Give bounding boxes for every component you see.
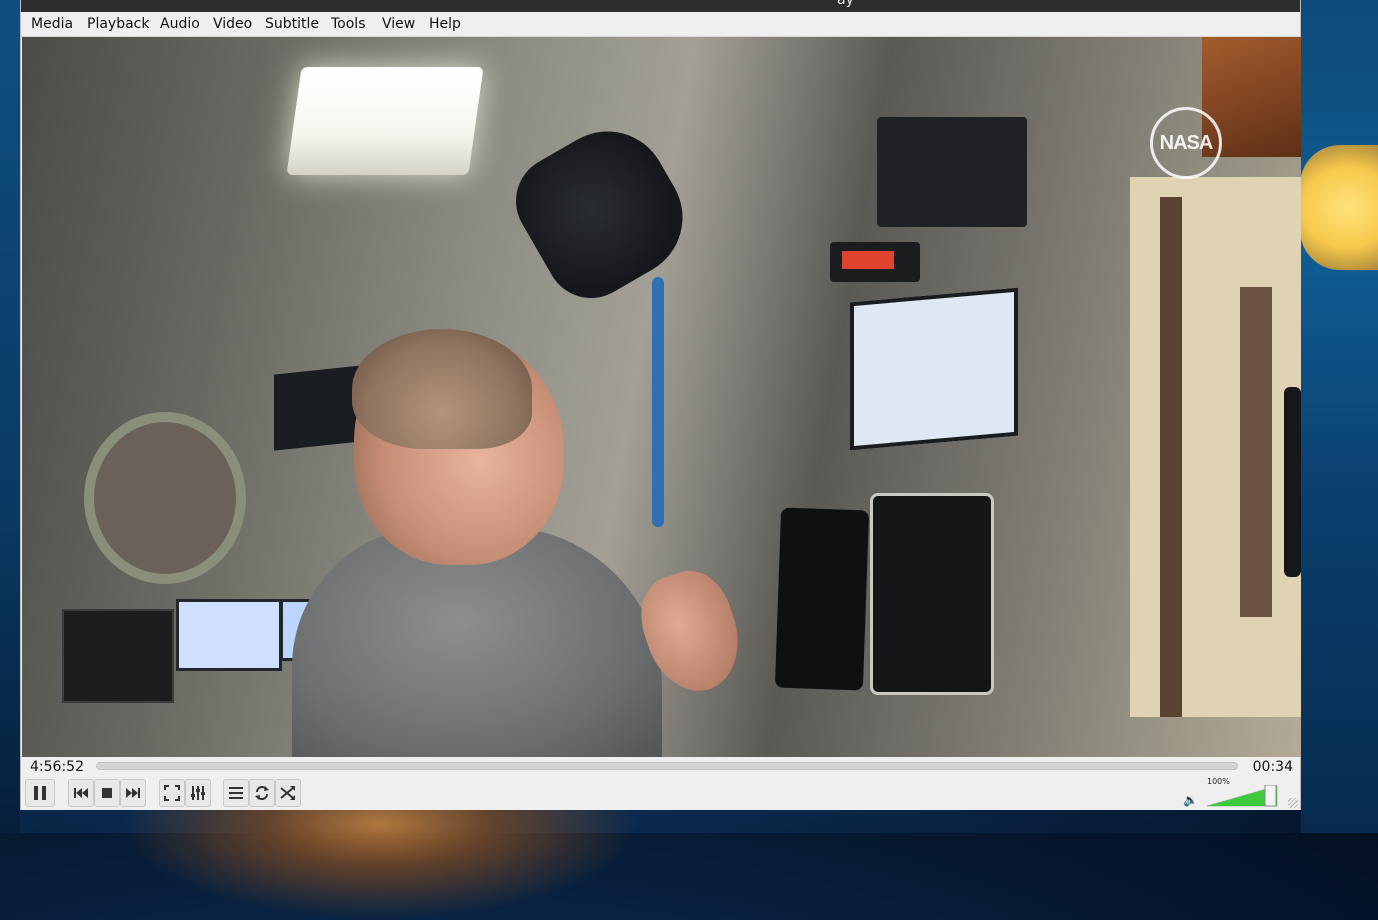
elapsed-time[interactable]: 4:56:52 bbox=[30, 759, 84, 775]
video-laptop bbox=[176, 599, 282, 671]
playlist-icon bbox=[229, 787, 243, 799]
video-monitor bbox=[850, 287, 1018, 451]
video-radio-display bbox=[842, 251, 894, 269]
nasa-watermark-text: NASA bbox=[1159, 131, 1214, 154]
video-person-hair bbox=[352, 329, 532, 449]
menu-playback[interactable]: Playback bbox=[87, 16, 149, 32]
equalizer-icon bbox=[191, 786, 205, 800]
shuffle-button[interactable] bbox=[275, 779, 301, 807]
playlist-button[interactable] bbox=[223, 779, 249, 807]
video-laptop bbox=[274, 365, 362, 451]
video-area[interactable]: NASA bbox=[22, 37, 1301, 757]
volume-slider[interactable]: 100% bbox=[1206, 777, 1278, 807]
total-time[interactable]: 00:34 bbox=[1253, 759, 1293, 775]
video-strap bbox=[1240, 287, 1272, 617]
menu-help[interactable]: Help bbox=[429, 16, 461, 32]
video-mount-arm bbox=[652, 277, 664, 527]
desktop-background-right bbox=[1301, 0, 1378, 833]
menu-tools[interactable]: Tools bbox=[331, 16, 366, 32]
shuffle-icon bbox=[280, 786, 295, 800]
desktop-wallpaper-earth bbox=[120, 800, 640, 920]
video-laptop bbox=[62, 609, 174, 703]
desktop-wallpaper-sun bbox=[1300, 145, 1378, 270]
previous-button[interactable] bbox=[68, 779, 94, 807]
video-tablet bbox=[870, 493, 994, 695]
video-dark-edge bbox=[1284, 387, 1301, 577]
pause-icon bbox=[34, 786, 46, 800]
stop-icon bbox=[102, 788, 112, 798]
desktop-background-left bbox=[0, 0, 20, 833]
skip-previous-icon bbox=[74, 788, 88, 798]
extended-settings-button[interactable] bbox=[185, 779, 211, 807]
video-strap bbox=[1160, 197, 1182, 717]
menu-subtitle[interactable]: Subtitle bbox=[265, 16, 319, 32]
volume-level-graphic bbox=[1206, 784, 1278, 807]
stop-button[interactable] bbox=[94, 779, 120, 807]
seek-slider[interactable] bbox=[96, 762, 1238, 770]
video-camera bbox=[499, 109, 705, 315]
resize-grip[interactable] bbox=[1288, 798, 1298, 808]
skip-next-icon bbox=[126, 788, 140, 798]
video-ceiling-light bbox=[286, 67, 484, 175]
menu-audio[interactable]: Audio bbox=[160, 16, 200, 32]
menu-video[interactable]: Video bbox=[213, 16, 252, 32]
video-equipment-box bbox=[877, 117, 1027, 227]
volume-percent: 100% bbox=[1207, 777, 1230, 786]
menubar: Media Playback Audio Video Subtitle Tool… bbox=[21, 12, 1300, 37]
fullscreen-icon bbox=[164, 785, 180, 801]
vlc-window: ay Media Playback Audio Video Subtitle T… bbox=[20, 0, 1301, 810]
loop-icon bbox=[255, 786, 269, 800]
fullscreen-button[interactable] bbox=[159, 779, 185, 807]
video-hatch bbox=[84, 412, 246, 584]
controls-bar: 4:56:52 00:34 🔉 100% bbox=[21, 757, 1300, 810]
nasa-watermark-logo: NASA bbox=[1150, 107, 1222, 179]
loop-button[interactable] bbox=[249, 779, 275, 807]
next-button[interactable] bbox=[120, 779, 146, 807]
window-titlebar[interactable]: ay bbox=[21, 0, 1300, 12]
menu-view[interactable]: View bbox=[382, 16, 415, 32]
speaker-icon[interactable]: 🔉 bbox=[1183, 793, 1198, 807]
pause-button[interactable] bbox=[25, 779, 55, 807]
window-title: ay bbox=[837, 0, 854, 8]
menu-media[interactable]: Media bbox=[31, 16, 73, 32]
video-wall-panel bbox=[1130, 177, 1301, 717]
video-tablet bbox=[774, 507, 870, 691]
